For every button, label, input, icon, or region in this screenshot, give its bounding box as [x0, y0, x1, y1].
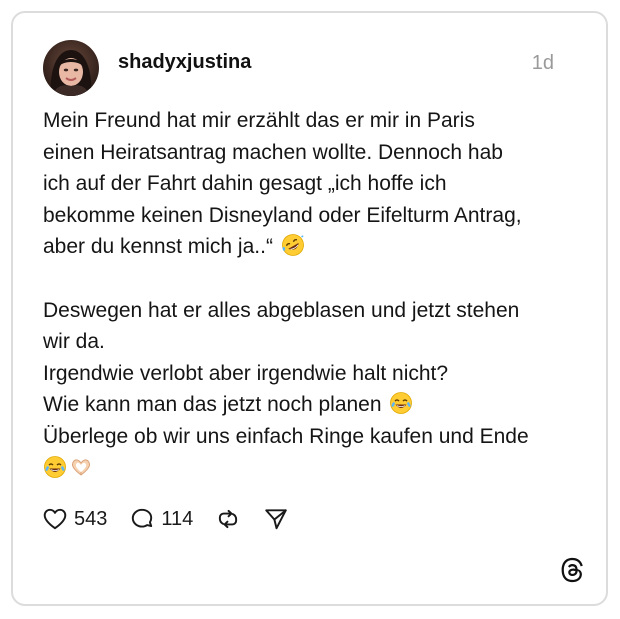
post-line: aber du kennst mich ja..“ — [43, 235, 273, 259]
profile-photo — [43, 40, 99, 96]
post-line: ich auf der Fahrt dahin gesagt „ich hoff… — [43, 172, 447, 196]
post-line: Mein Freund hat mir erzählt das er mir i… — [43, 109, 475, 132]
heart-hands-emoji — [71, 458, 91, 476]
heart-icon — [43, 508, 67, 530]
reply-count: 114 — [161, 507, 194, 530]
tears-of-joy-emoji — [44, 455, 66, 478]
speech-bubble-icon — [132, 508, 153, 528]
threads-logo-icon[interactable] — [558, 556, 586, 584]
rolling-on-floor-laughing-emoji — [281, 234, 304, 257]
username[interactable]: shadyxjustina — [118, 51, 251, 74]
post-line: wir da. — [43, 330, 105, 354]
post-line: Überlege ob wir uns einfach Ringe kaufen… — [43, 424, 529, 448]
emoji-line — [43, 453, 583, 485]
post-text: Mein Freund hat mir erzählt das er mir i… — [43, 105, 583, 484]
post-line: einen Heiratsantrag machen wollte. Denno… — [43, 140, 503, 164]
post-line: Deswegen hat er alles abgeblasen und jet… — [43, 298, 520, 322]
post-line: Wie kann man das jetzt noch planen — [43, 393, 382, 417]
post-card: shadyxjustina 1d Mein Freund hat mir erz… — [11, 11, 608, 606]
reply-button[interactable]: 114 — [129, 506, 193, 532]
post-line-with-emoji: aber du kennst mich ja..“ — [43, 231, 583, 263]
post-line: Irgendwie verlobt aber irgendwie halt ni… — [43, 361, 449, 385]
avatar[interactable] — [43, 40, 99, 96]
timestamp: 1d — [531, 52, 554, 74]
repost-button[interactable] — [215, 506, 241, 532]
action-bar: 543 114 — [42, 504, 311, 534]
repost-icon — [219, 509, 238, 529]
like-count: 543 — [74, 507, 108, 530]
post-line-with-emoji: Wie kann man das jetzt noch planen — [43, 389, 583, 421]
send-icon — [265, 509, 287, 530]
like-button[interactable]: 543 — [42, 506, 107, 532]
share-button[interactable] — [263, 506, 289, 532]
post-line: bekomme keinen Disneyland oder Eifelturm… — [43, 203, 522, 227]
tears-of-joy-emoji — [390, 392, 413, 415]
